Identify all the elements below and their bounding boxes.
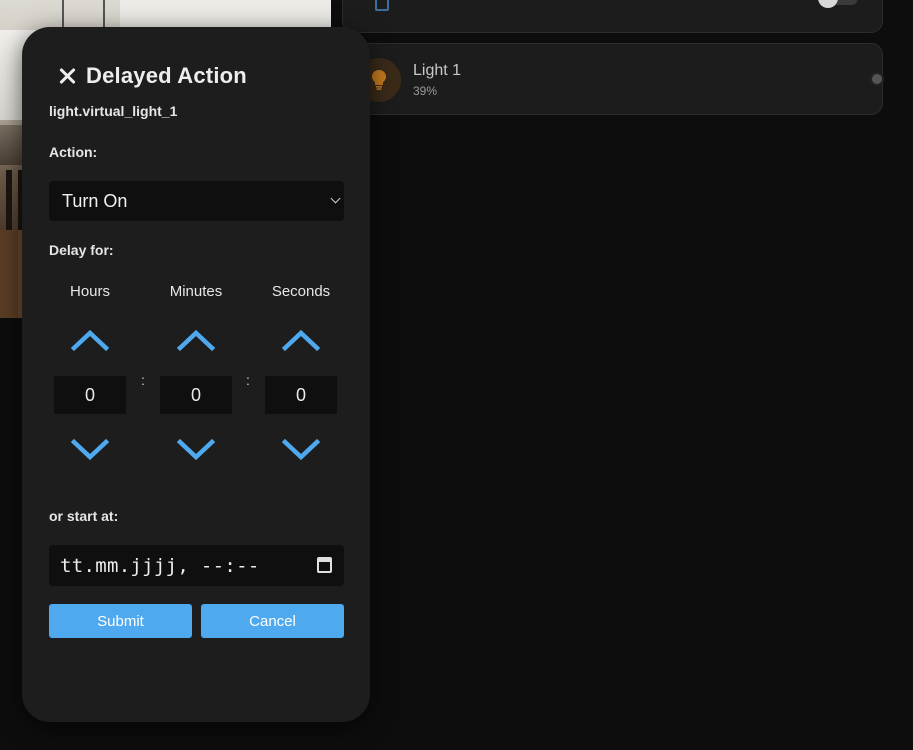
entity-card-top[interactable] — [342, 0, 883, 33]
photo-pendant — [62, 0, 64, 30]
entity-id: light.virtual_light_1 — [49, 103, 178, 119]
calendar-icon[interactable] — [317, 557, 332, 573]
minutes-down-arrow-icon[interactable] — [176, 437, 216, 463]
seconds-down-arrow-icon[interactable] — [281, 437, 321, 463]
light-card[interactable]: Light 1 39% — [342, 43, 884, 115]
action-label: Action: — [49, 144, 98, 160]
light-toggle-dot[interactable] — [870, 72, 884, 86]
light-state: 39% — [413, 84, 438, 98]
document-icon — [375, 0, 389, 11]
start-at-label: or start at: — [49, 508, 119, 524]
hours-up-arrow-icon[interactable] — [70, 327, 110, 353]
start-datetime-input[interactable]: tt.mm.jjjj, --:-- — [49, 545, 344, 586]
photo-pendant — [103, 0, 105, 30]
chevron-down-icon — [330, 193, 341, 204]
time-separator: : — [141, 372, 145, 388]
minutes-label: Minutes — [169, 283, 223, 300]
time-separator: : — [246, 372, 250, 388]
datetime-placeholder: tt.mm.jjjj, --:-- — [60, 554, 260, 577]
action-select-value: Turn On — [62, 190, 128, 211]
hours-down-arrow-icon[interactable] — [70, 437, 110, 463]
entity-toggle[interactable] — [818, 0, 858, 8]
delay-label: Delay for: — [49, 242, 114, 258]
close-icon[interactable] — [56, 65, 78, 87]
action-select[interactable]: Turn On — [49, 181, 344, 221]
cancel-button[interactable]: Cancel — [201, 604, 344, 638]
minutes-up-arrow-icon[interactable] — [176, 327, 216, 353]
submit-button[interactable]: Submit — [49, 604, 192, 638]
seconds-up-arrow-icon[interactable] — [281, 327, 321, 353]
dialog-title: Delayed Action — [86, 63, 247, 88]
minutes-input[interactable]: 0 — [160, 376, 232, 414]
dialog-header: Delayed Action — [56, 63, 247, 89]
hours-label: Hours — [69, 283, 110, 300]
delayed-action-dialog: Delayed Action light.virtual_light_1 Act… — [22, 27, 370, 722]
hours-input[interactable]: 0 — [54, 376, 126, 414]
light-name: Light 1 — [413, 62, 462, 79]
seconds-label: Seconds — [271, 283, 331, 300]
seconds-input[interactable]: 0 — [265, 376, 337, 414]
toggle-knob — [818, 0, 838, 8]
photo-stool — [6, 170, 12, 230]
